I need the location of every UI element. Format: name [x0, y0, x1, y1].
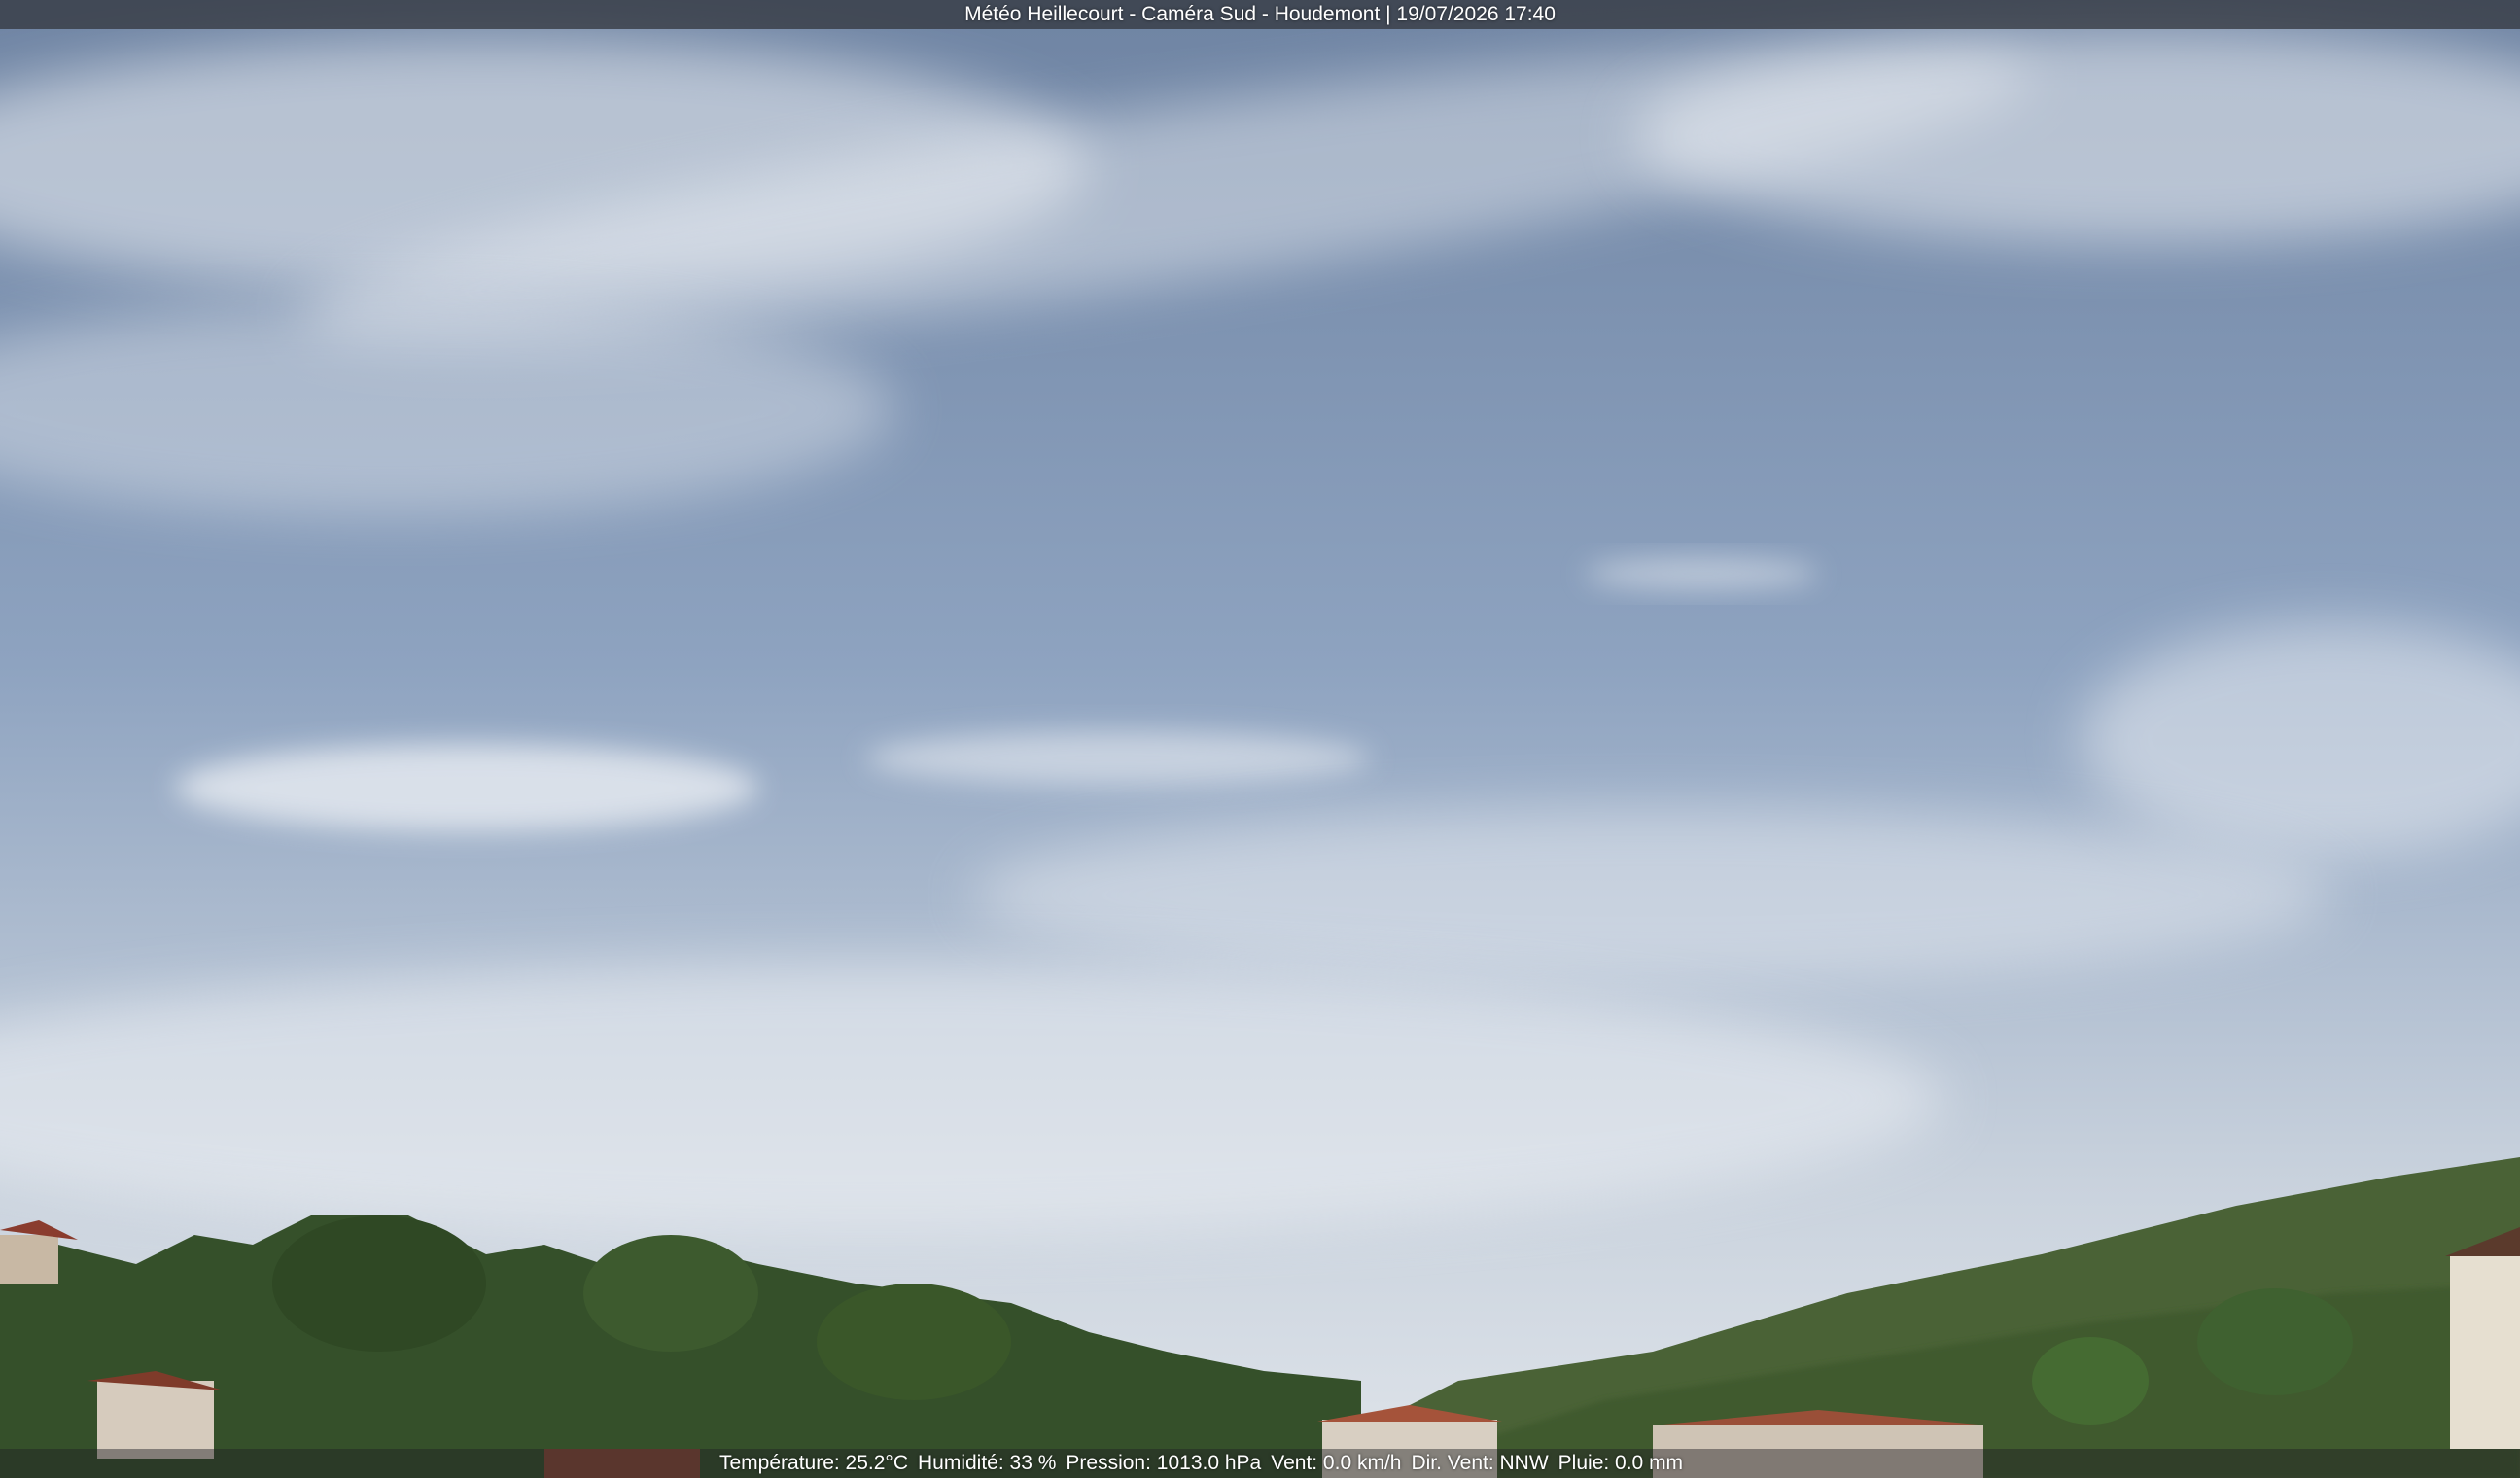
wind-direction-readout: Dir. Vent: NNW: [1411, 1452, 1549, 1474]
wind-speed-readout: Vent: 0.0 km/h: [1271, 1452, 1402, 1474]
webcam-scene: [0, 0, 2520, 1478]
weather-readout-bar: Température: 25.2°C Humidité: 33 % Press…: [0, 1449, 2520, 1478]
pressure-readout: Pression: 1013.0 hPa: [1066, 1452, 1262, 1474]
camera-title: Météo Heillecourt - Caméra Sud - Houdemo…: [964, 3, 1556, 25]
camera-title-bar: Météo Heillecourt - Caméra Sud - Houdemo…: [0, 0, 2520, 29]
humidity-readout: Humidité: 33 %: [918, 1452, 1057, 1474]
rain-readout: Pluie: 0.0 mm: [1558, 1452, 1684, 1474]
temperature-readout: Température: 25.2°C: [719, 1452, 908, 1474]
